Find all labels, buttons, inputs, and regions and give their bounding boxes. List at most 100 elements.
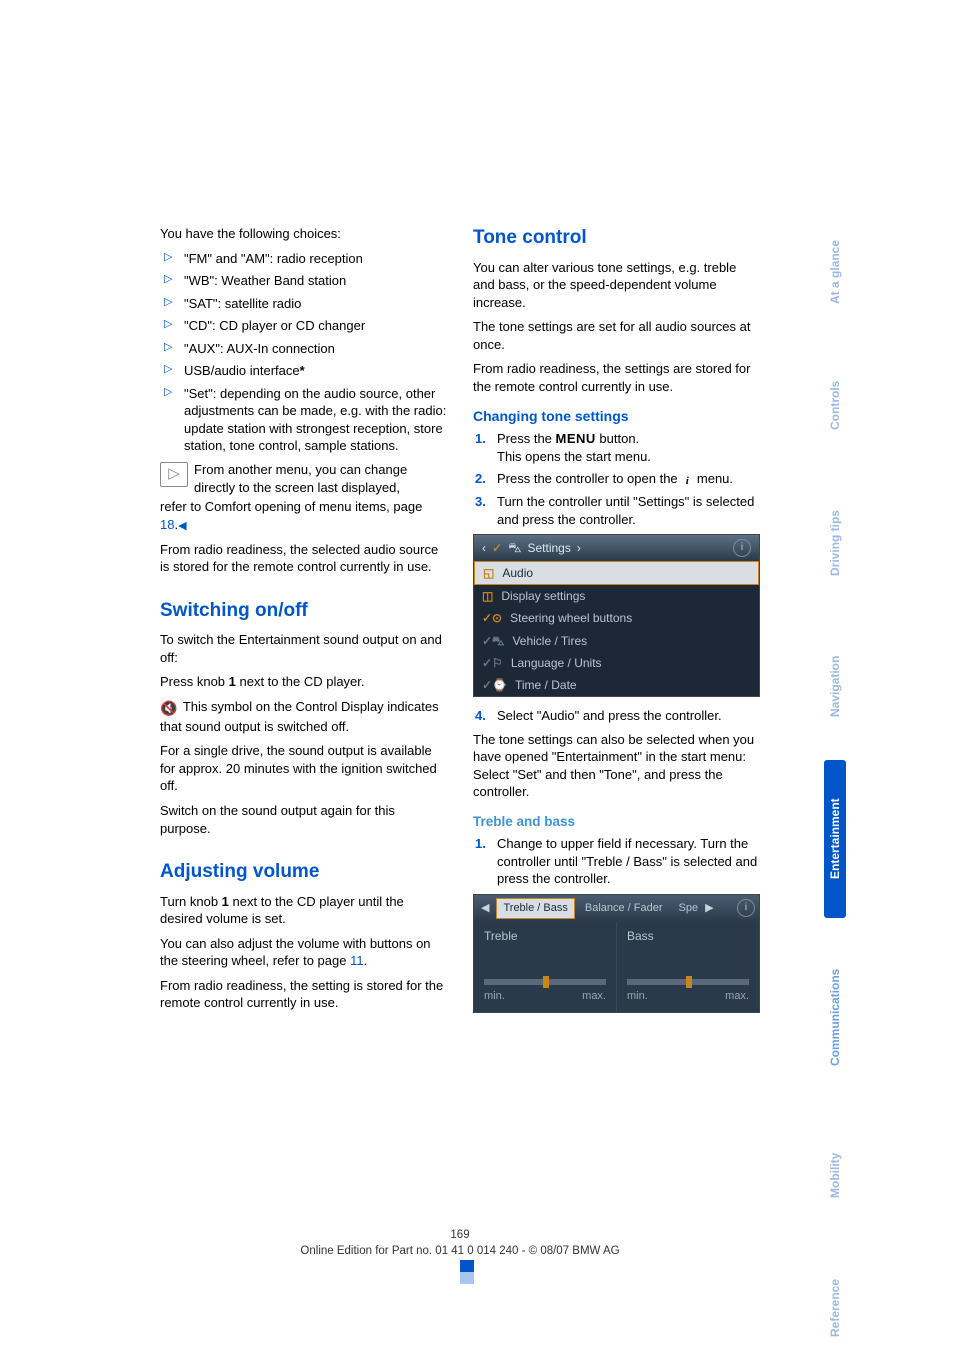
content-columns: You have the following choices: "FM" and… bbox=[160, 225, 760, 1023]
text-run: menu. bbox=[693, 471, 733, 486]
text-run: Turn knob bbox=[160, 894, 222, 909]
note-line: directly to the screen last displayed, bbox=[160, 479, 447, 497]
bass-pane: Bass min. max. bbox=[616, 922, 759, 1012]
check-icon: ✓ bbox=[492, 540, 502, 556]
note-text: From another menu, you can change direct… bbox=[160, 461, 447, 496]
row-label: Language / Units bbox=[511, 655, 602, 671]
left-column: You have the following choices: "FM" and… bbox=[160, 225, 447, 1023]
list-item: "AUX": AUX-In connection bbox=[160, 340, 447, 358]
list-item: "FM" and "AM": radio reception bbox=[160, 250, 447, 268]
row-glyph-icon: ◱ bbox=[483, 565, 494, 581]
screenshot-row: ✓⛍ Vehicle / Tires bbox=[474, 630, 759, 652]
slider-track bbox=[627, 979, 749, 985]
choices-list: "FM" and "AM": radio reception "WB": Wea… bbox=[160, 250, 447, 455]
slider-minmax: min. max. bbox=[484, 989, 606, 1004]
screenshot-row: ✓⌚ Time / Date bbox=[474, 674, 759, 696]
list-item: Press the controller to open the i menu. bbox=[473, 470, 760, 488]
note-line: refer to Comfort opening of menu items, … bbox=[160, 499, 422, 514]
row-label: Steering wheel buttons bbox=[510, 610, 632, 626]
row-glyph-icon: ✓⌚ bbox=[482, 677, 507, 693]
note-continuation: refer to Comfort opening of menu items, … bbox=[160, 498, 447, 533]
row-glyph-icon: ✓⛍ bbox=[482, 633, 504, 649]
screenshot-body: Treble min. max. Bass bbox=[474, 922, 759, 1012]
section-tab-communications[interactable]: Communications bbox=[824, 928, 846, 1106]
list-item: USB/audio interface* bbox=[160, 362, 447, 380]
arrow-left-icon: ◀ bbox=[478, 901, 492, 916]
tab-speed: Spe bbox=[673, 899, 699, 918]
changing-tone-steps-cont: Select "Audio" and press the controller. bbox=[473, 707, 760, 725]
knob-number: 1 bbox=[229, 674, 236, 689]
screenshot-header: ‹ ✓ ⛍ Settings › i bbox=[474, 535, 759, 561]
section-tab-controls[interactable]: Controls bbox=[824, 346, 846, 464]
section-tab-navigation[interactable]: Navigation bbox=[824, 622, 846, 750]
settings-screenshot: ‹ ✓ ⛍ Settings › i ◱ Audio ◫Display settin… bbox=[473, 534, 760, 697]
page-link[interactable]: 11 bbox=[350, 953, 364, 968]
page-number: 169 bbox=[160, 1228, 760, 1244]
slider-thumb bbox=[686, 976, 692, 988]
mute-symbol-para: 🔇 This symbol on the Control Display ind… bbox=[160, 698, 447, 735]
max-label: max. bbox=[725, 989, 749, 1004]
after-note-text: From radio readiness, the selected audio… bbox=[160, 541, 447, 576]
list-item: "CD": CD player or CD changer bbox=[160, 317, 447, 335]
page-link[interactable]: 18 bbox=[160, 517, 174, 532]
list-item: Select "Audio" and press the controller. bbox=[473, 707, 760, 725]
screenshot-row: ◫Display settings bbox=[474, 585, 759, 607]
text-run: Press the bbox=[497, 431, 556, 446]
arrow-left-icon: ‹ bbox=[482, 540, 486, 556]
row-label: Time / Date bbox=[515, 677, 577, 693]
screenshot-row: ◱ Audio bbox=[474, 561, 759, 585]
footer-line: Online Edition for Part no. 01 41 0 014 … bbox=[160, 1244, 760, 1260]
switch-instruction: Press knob 1 next to the CD player. bbox=[160, 673, 447, 691]
bass-label: Bass bbox=[627, 928, 749, 944]
switching-heading: Switching on/off bbox=[160, 598, 447, 624]
section-tab-mobility[interactable]: Mobility bbox=[824, 1116, 846, 1234]
slider-thumb bbox=[543, 976, 549, 988]
changing-tone-steps: Press the MENU button. This opens the st… bbox=[473, 430, 760, 528]
info-circle-icon: i bbox=[737, 899, 755, 917]
section-tab-driving-tips[interactable]: Driving tips bbox=[824, 474, 846, 612]
treble-pane: Treble min. max. bbox=[474, 922, 616, 1012]
vol-para: You can also adjust the volume with butt… bbox=[160, 935, 447, 970]
footer-marker-icon bbox=[460, 1260, 474, 1284]
screenshot-header-label: Settings bbox=[527, 540, 570, 556]
row-label: Vehicle / Tires bbox=[512, 633, 587, 649]
arrow-right-icon: › bbox=[577, 540, 581, 556]
tone-para: From radio readiness, the settings are s… bbox=[473, 360, 760, 395]
treble-bass-heading: Treble and bass bbox=[473, 813, 760, 831]
section-tab-at-a-glance[interactable]: At a glance bbox=[824, 208, 846, 336]
mute-text: This symbol on the Control Display indic… bbox=[160, 699, 439, 734]
choices-intro: You have the following choices: bbox=[160, 225, 447, 243]
text-run: . bbox=[364, 953, 368, 968]
section-tab-reference[interactable]: Reference bbox=[824, 1244, 846, 1372]
info-circle-icon: i bbox=[733, 539, 751, 557]
note-line: From another menu, you can change bbox=[160, 461, 447, 479]
bass-slider bbox=[627, 979, 749, 985]
list-item: Turn the controller until "Settings" is … bbox=[473, 493, 760, 528]
vol-para: From radio readiness, the setting is sto… bbox=[160, 977, 447, 1012]
section-tabs: At a glance Controls Driving tips Navigatio… bbox=[824, 208, 846, 1372]
text-run: next to the CD player. bbox=[236, 674, 365, 689]
right-column: Tone control You can alter various tone … bbox=[473, 225, 760, 1023]
text-run: Press knob bbox=[160, 674, 229, 689]
min-label: min. bbox=[627, 989, 648, 1004]
list-item: Press the MENU button. This opens the st… bbox=[473, 430, 760, 465]
screenshot-rows: ◱ Audio ◫Display settings ✓⊙ Steering wheel … bbox=[474, 561, 759, 696]
min-label: min. bbox=[484, 989, 505, 1004]
slider-minmax: min. max. bbox=[627, 989, 749, 1004]
screenshot-row: ✓⚐ Language / Units bbox=[474, 652, 759, 674]
note-triangle-icon: ▷ bbox=[160, 462, 188, 487]
text-run: You can also adjust the volume with butt… bbox=[160, 936, 431, 969]
slider-track bbox=[484, 979, 606, 985]
section-tab-entertainment[interactable]: Entertainment bbox=[824, 760, 846, 918]
treble-slider bbox=[484, 979, 606, 985]
treble-label: Treble bbox=[484, 928, 606, 944]
knob-number: 1 bbox=[222, 894, 229, 909]
list-item-label: USB/audio interface bbox=[184, 363, 300, 378]
row-glyph-icon: ✓⚐ bbox=[482, 655, 503, 671]
menu-button-label: MENU bbox=[556, 431, 596, 446]
row-label: Audio bbox=[502, 565, 533, 581]
tone-heading: Tone control bbox=[473, 225, 760, 251]
treble-bass-screenshot: ◀ Treble / Bass Balance / Fader Spe ▶ i … bbox=[473, 894, 760, 1013]
row-glyph-icon: ✓⊙ bbox=[482, 610, 502, 626]
arrow-right-icon: ▶ bbox=[702, 901, 716, 916]
